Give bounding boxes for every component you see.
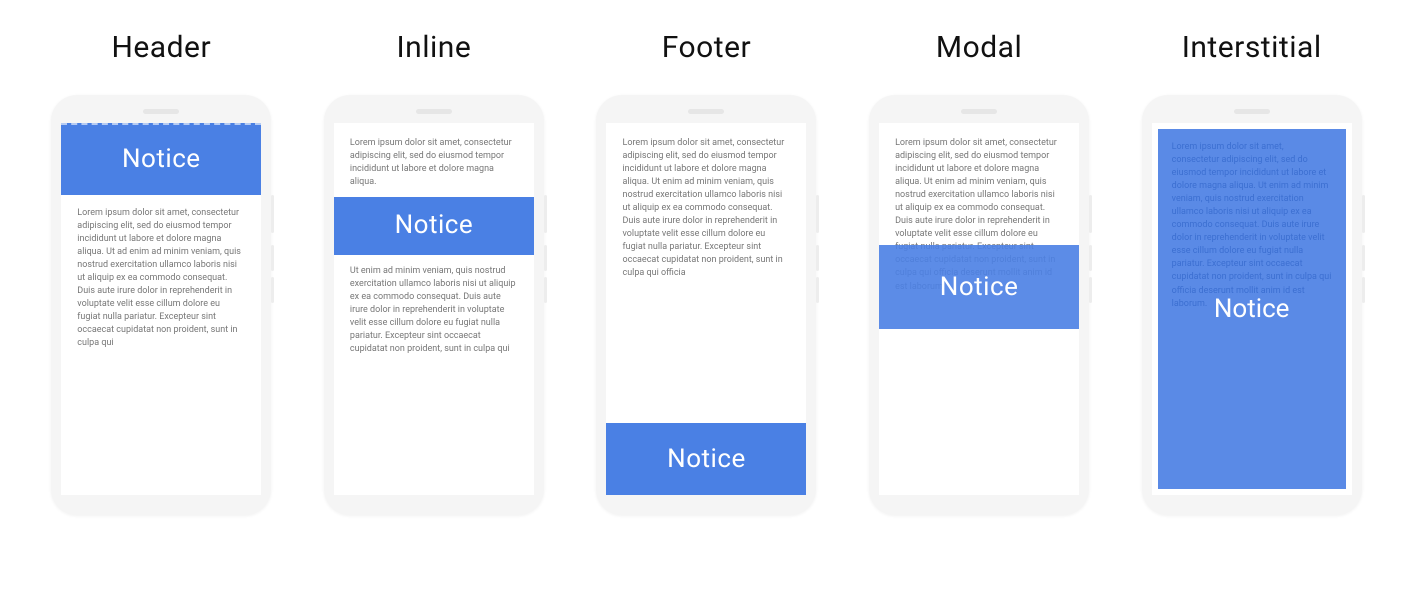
diagram-row: Header Notice Lorem ipsum dolor sit amet… (40, 30, 1373, 515)
body-text: Lorem ipsum dolor sit amet, consectetur … (77, 207, 245, 351)
column-title: Footer (662, 30, 751, 65)
phone-screen: Lorem ipsum dolor sit amet, consectetur … (1152, 123, 1352, 495)
screen-content: Notice Lorem ipsum dolor sit amet, conse… (61, 123, 261, 495)
phone-mockup: Notice Lorem ipsum dolor sit amet, conse… (51, 95, 271, 515)
phone-mockup: Lorem ipsum dolor sit amet, consectetur … (324, 95, 544, 515)
interstitial-overlay: Lorem ipsum dolor sit amet, consectetur … (1158, 129, 1346, 489)
screen-content: Lorem ipsum dolor sit amet, consectetur … (334, 123, 534, 495)
phone-mockup: Lorem ipsum dolor sit amet, consectetur … (596, 95, 816, 515)
phone-mockup: Lorem ipsum dolor sit amet, consectetur … (869, 95, 1089, 515)
notice-banner-footer: Notice (606, 423, 806, 495)
notice-banner-inline: Notice (334, 197, 534, 255)
body-text: Lorem ipsum dolor sit amet, consectetur … (350, 137, 518, 189)
column-header: Header Notice Lorem ipsum dolor sit amet… (40, 30, 283, 515)
body-text: Lorem ipsum dolor sit amet, consectetur … (622, 137, 790, 281)
body-text: Ut enim ad minim veniam, quis nostrud ex… (350, 265, 518, 356)
column-interstitial: Interstitial Lorem ipsum dolor sit amet,… (1130, 30, 1373, 515)
phone-screen: Notice Lorem ipsum dolor sit amet, conse… (61, 123, 261, 495)
phone-mockup: Lorem ipsum dolor sit amet, consectetur … (1142, 95, 1362, 515)
column-title: Interstitial (1182, 30, 1322, 65)
notice-banner-header: Notice (61, 123, 261, 195)
notice-banner-interstitial: Notice (1158, 280, 1346, 338)
phone-screen: Lorem ipsum dolor sit amet, consectetur … (606, 123, 806, 495)
column-modal: Modal Lorem ipsum dolor sit amet, consec… (858, 30, 1101, 515)
phone-screen: Lorem ipsum dolor sit amet, consectetur … (334, 123, 534, 495)
column-title: Inline (396, 30, 471, 65)
phone-screen: Lorem ipsum dolor sit amet, consectetur … (879, 123, 1079, 495)
column-footer: Footer Lorem ipsum dolor sit amet, conse… (585, 30, 828, 515)
notice-banner-modal: Notice (879, 245, 1079, 329)
column-title: Modal (936, 30, 1022, 65)
column-title: Header (111, 30, 211, 65)
column-inline: Inline Lorem ipsum dolor sit amet, conse… (313, 30, 556, 515)
